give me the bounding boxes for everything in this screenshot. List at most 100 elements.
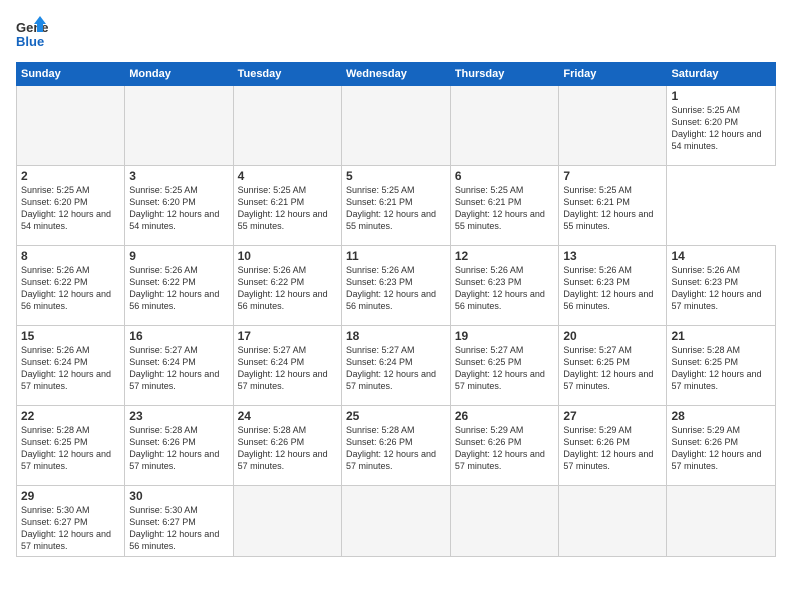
calendar-cell: 2Sunrise: 5:25 AMSunset: 6:20 PMDaylight… [17,166,125,246]
day-info: Sunrise: 5:25 AMSunset: 6:21 PMDaylight:… [238,184,337,233]
calendar-cell: 21Sunrise: 5:28 AMSunset: 6:25 PMDayligh… [667,326,776,406]
weekday-header: Saturday [667,63,776,86]
calendar-cell: 16Sunrise: 5:27 AMSunset: 6:24 PMDayligh… [125,326,233,406]
day-number: 2 [21,169,120,183]
day-number: 3 [129,169,228,183]
calendar-cell: 12Sunrise: 5:26 AMSunset: 6:23 PMDayligh… [450,246,559,326]
calendar-cell: 11Sunrise: 5:26 AMSunset: 6:23 PMDayligh… [341,246,450,326]
calendar-cell: 6Sunrise: 5:25 AMSunset: 6:21 PMDaylight… [450,166,559,246]
day-number: 9 [129,249,228,263]
day-info: Sunrise: 5:25 AMSunset: 6:20 PMDaylight:… [129,184,228,233]
day-number: 19 [455,329,555,343]
calendar-cell [233,486,341,557]
day-info: Sunrise: 5:30 AMSunset: 6:27 PMDaylight:… [129,504,228,553]
calendar-cell: 15Sunrise: 5:26 AMSunset: 6:24 PMDayligh… [17,326,125,406]
calendar-cell: 1Sunrise: 5:25 AMSunset: 6:20 PMDaylight… [667,86,776,166]
week-row: 1Sunrise: 5:25 AMSunset: 6:20 PMDaylight… [17,86,776,166]
day-number: 7 [563,169,662,183]
day-number: 20 [563,329,662,343]
calendar-cell: 28Sunrise: 5:29 AMSunset: 6:26 PMDayligh… [667,406,776,486]
day-number: 25 [346,409,446,423]
calendar-cell: 30Sunrise: 5:30 AMSunset: 6:27 PMDayligh… [125,486,233,557]
weekday-header-row: SundayMondayTuesdayWednesdayThursdayFrid… [17,63,776,86]
day-info: Sunrise: 5:26 AMSunset: 6:23 PMDaylight:… [671,264,771,313]
day-info: Sunrise: 5:29 AMSunset: 6:26 PMDaylight:… [671,424,771,473]
day-info: Sunrise: 5:27 AMSunset: 6:25 PMDaylight:… [563,344,662,393]
calendar-cell: 24Sunrise: 5:28 AMSunset: 6:26 PMDayligh… [233,406,341,486]
calendar-cell: 29Sunrise: 5:30 AMSunset: 6:27 PMDayligh… [17,486,125,557]
weekday-header: Friday [559,63,667,86]
week-row: 8Sunrise: 5:26 AMSunset: 6:22 PMDaylight… [17,246,776,326]
weekday-header: Tuesday [233,63,341,86]
weekday-header: Wednesday [341,63,450,86]
day-number: 16 [129,329,228,343]
day-info: Sunrise: 5:30 AMSunset: 6:27 PMDaylight:… [21,504,120,553]
calendar-cell: 13Sunrise: 5:26 AMSunset: 6:23 PMDayligh… [559,246,667,326]
day-number: 29 [21,489,120,503]
calendar-cell: 7Sunrise: 5:25 AMSunset: 6:21 PMDaylight… [559,166,667,246]
calendar-cell: 8Sunrise: 5:26 AMSunset: 6:22 PMDaylight… [17,246,125,326]
calendar-cell: 20Sunrise: 5:27 AMSunset: 6:25 PMDayligh… [559,326,667,406]
weekday-header: Monday [125,63,233,86]
calendar-cell: 26Sunrise: 5:29 AMSunset: 6:26 PMDayligh… [450,406,559,486]
day-number: 4 [238,169,337,183]
day-info: Sunrise: 5:26 AMSunset: 6:23 PMDaylight:… [563,264,662,313]
day-info: Sunrise: 5:25 AMSunset: 6:20 PMDaylight:… [21,184,120,233]
day-info: Sunrise: 5:26 AMSunset: 6:23 PMDaylight:… [346,264,446,313]
day-info: Sunrise: 5:25 AMSunset: 6:21 PMDaylight:… [455,184,555,233]
day-info: Sunrise: 5:27 AMSunset: 6:24 PMDaylight:… [238,344,337,393]
calendar-page: General Blue SundayMondayTuesdayWednesda… [0,0,792,612]
day-info: Sunrise: 5:27 AMSunset: 6:25 PMDaylight:… [455,344,555,393]
calendar-cell: 19Sunrise: 5:27 AMSunset: 6:25 PMDayligh… [450,326,559,406]
day-number: 27 [563,409,662,423]
day-number: 23 [129,409,228,423]
calendar-cell [667,486,776,557]
calendar-cell [450,486,559,557]
calendar-cell: 5Sunrise: 5:25 AMSunset: 6:21 PMDaylight… [341,166,450,246]
weekday-header: Thursday [450,63,559,86]
calendar-cell: 3Sunrise: 5:25 AMSunset: 6:20 PMDaylight… [125,166,233,246]
calendar-cell: 23Sunrise: 5:28 AMSunset: 6:26 PMDayligh… [125,406,233,486]
day-info: Sunrise: 5:27 AMSunset: 6:24 PMDaylight:… [346,344,446,393]
day-info: Sunrise: 5:28 AMSunset: 6:25 PMDaylight:… [21,424,120,473]
week-row: 29Sunrise: 5:30 AMSunset: 6:27 PMDayligh… [17,486,776,557]
day-number: 30 [129,489,228,503]
calendar-cell: 9Sunrise: 5:26 AMSunset: 6:22 PMDaylight… [125,246,233,326]
day-info: Sunrise: 5:29 AMSunset: 6:26 PMDaylight:… [455,424,555,473]
day-info: Sunrise: 5:28 AMSunset: 6:26 PMDaylight:… [346,424,446,473]
week-row: 15Sunrise: 5:26 AMSunset: 6:24 PMDayligh… [17,326,776,406]
day-number: 17 [238,329,337,343]
calendar-cell [233,86,341,166]
calendar-cell: 22Sunrise: 5:28 AMSunset: 6:25 PMDayligh… [17,406,125,486]
calendar-cell [125,86,233,166]
calendar-table: SundayMondayTuesdayWednesdayThursdayFrid… [16,62,776,557]
day-number: 10 [238,249,337,263]
calendar-cell [450,86,559,166]
calendar-cell [341,486,450,557]
day-number: 8 [21,249,120,263]
calendar-cell: 10Sunrise: 5:26 AMSunset: 6:22 PMDayligh… [233,246,341,326]
day-info: Sunrise: 5:25 AMSunset: 6:21 PMDaylight:… [346,184,446,233]
day-number: 18 [346,329,446,343]
day-info: Sunrise: 5:26 AMSunset: 6:22 PMDaylight:… [21,264,120,313]
day-info: Sunrise: 5:28 AMSunset: 6:26 PMDaylight:… [129,424,228,473]
day-number: 22 [21,409,120,423]
day-info: Sunrise: 5:25 AMSunset: 6:20 PMDaylight:… [671,104,771,153]
day-number: 26 [455,409,555,423]
day-number: 28 [671,409,771,423]
day-info: Sunrise: 5:28 AMSunset: 6:26 PMDaylight:… [238,424,337,473]
calendar-cell: 14Sunrise: 5:26 AMSunset: 6:23 PMDayligh… [667,246,776,326]
day-number: 6 [455,169,555,183]
calendar-cell [559,486,667,557]
logo-icon: General Blue [16,16,48,52]
day-info: Sunrise: 5:28 AMSunset: 6:25 PMDaylight:… [671,344,771,393]
day-number: 12 [455,249,555,263]
calendar-cell: 27Sunrise: 5:29 AMSunset: 6:26 PMDayligh… [559,406,667,486]
day-number: 14 [671,249,771,263]
day-number: 1 [671,89,771,103]
day-info: Sunrise: 5:26 AMSunset: 6:22 PMDaylight:… [238,264,337,313]
day-number: 15 [21,329,120,343]
calendar-cell [559,86,667,166]
weekday-header: Sunday [17,63,125,86]
header: General Blue [16,16,776,52]
